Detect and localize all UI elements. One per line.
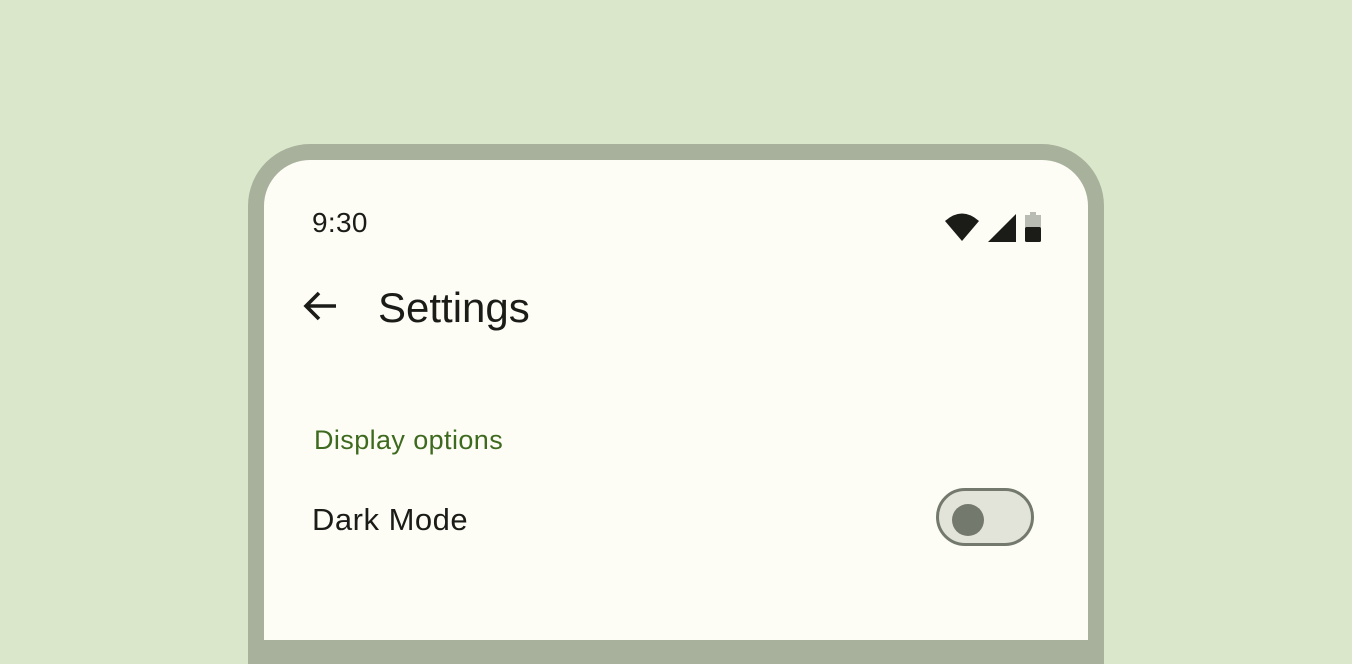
page-title: Settings <box>378 284 530 331</box>
phone-screen: 9:30 Settings Display options Dark Mode <box>264 160 1088 640</box>
switch-thumb <box>952 504 984 536</box>
dark-mode-switch[interactable] <box>936 488 1034 546</box>
arrow-back-icon <box>302 288 338 329</box>
dark-mode-setting-row[interactable]: Dark Mode <box>264 480 1088 560</box>
status-time: 9:30 <box>312 207 368 238</box>
status-icons <box>945 212 1041 242</box>
top-app-bar: Settings <box>264 272 1088 344</box>
section-header-display-options: Display options <box>314 425 504 455</box>
battery-icon <box>1025 212 1041 242</box>
wifi-icon <box>945 212 979 242</box>
back-button[interactable] <box>292 280 348 336</box>
status-bar: 9:30 <box>264 160 1088 242</box>
dark-mode-label: Dark Mode <box>312 502 469 537</box>
cellular-signal-icon <box>988 214 1016 242</box>
